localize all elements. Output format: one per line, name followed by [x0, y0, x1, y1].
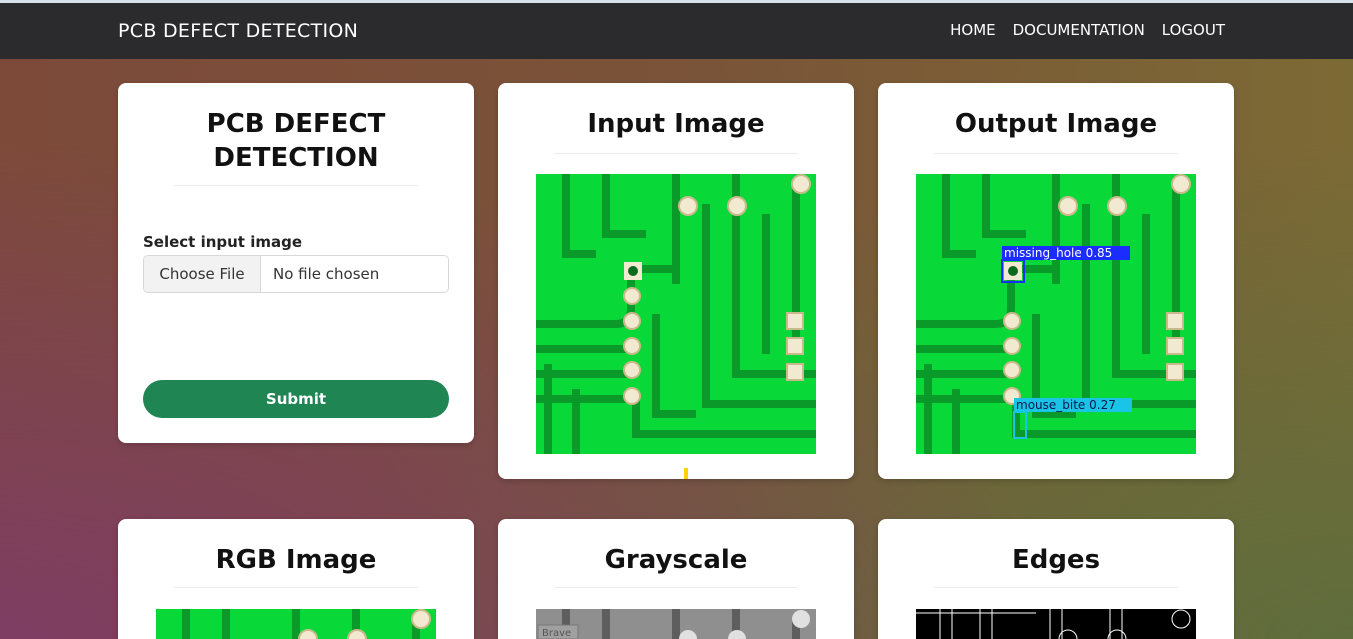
rgb-pcb-image: [156, 609, 436, 639]
grayscale-watermark: Brave: [542, 628, 571, 639]
upload-form-card: PCB DEFECT DETECTION Select input image …: [118, 83, 474, 443]
select-image-label: Select input image: [143, 233, 303, 251]
choose-file-button[interactable]: Choose File: [144, 256, 261, 292]
rgb-image-title: RGB Image: [215, 545, 377, 575]
edges-pcb-image: [916, 609, 1196, 639]
rgb-divider: [174, 587, 418, 588]
mouse-bite-label: mouse_bite 0.27: [1016, 398, 1116, 412]
form-divider: [174, 185, 418, 186]
input-divider: [554, 153, 798, 154]
missing-hole-label: missing_hole 0.85: [1004, 246, 1112, 260]
input-pcb-image: [536, 174, 816, 454]
nav-links: HOME DOCUMENTATION LOGOUT: [950, 21, 1225, 39]
edges-title: Edges: [1011, 545, 1101, 575]
output-image-card: Output Image missing_hole 0.85 mouse_bit…: [878, 83, 1234, 479]
nav-logout-link[interactable]: LOGOUT: [1162, 21, 1225, 39]
text-cursor-marker: [684, 468, 688, 479]
submit-button[interactable]: Submit: [143, 380, 449, 418]
file-status-text: No file chosen: [273, 265, 380, 283]
edges-image-card: Edges: [878, 519, 1234, 639]
navbar-brand[interactable]: PCB DEFECT DETECTION: [118, 20, 358, 42]
grayscale-title: Grayscale: [604, 545, 748, 575]
output-pcb-image: missing_hole 0.85 mouse_bite 0.27: [916, 174, 1196, 454]
form-title-line2: DETECTION: [213, 143, 379, 173]
input-image-title: Input Image: [587, 109, 765, 139]
form-title: PCB DEFECT DETECTION: [118, 107, 474, 175]
input-image-card: Input Image: [498, 83, 854, 479]
nav-home-link[interactable]: HOME: [950, 21, 996, 39]
grayscale-pcb-image: Brave: [536, 609, 816, 639]
grayscale-image-card: Grayscale Brave: [498, 519, 854, 639]
edges-divider: [934, 587, 1178, 588]
output-divider: [934, 153, 1178, 154]
output-image-title: Output Image: [954, 109, 1158, 139]
file-input[interactable]: Choose File No file chosen: [143, 255, 449, 293]
rgb-image-card: RGB Image: [118, 519, 474, 639]
grayscale-divider: [554, 587, 798, 588]
nav-documentation-link[interactable]: DOCUMENTATION: [1013, 21, 1145, 39]
navbar: PCB DEFECT DETECTION HOME DOCUMENTATION …: [0, 3, 1353, 59]
form-title-line1: PCB DEFECT: [206, 109, 386, 139]
